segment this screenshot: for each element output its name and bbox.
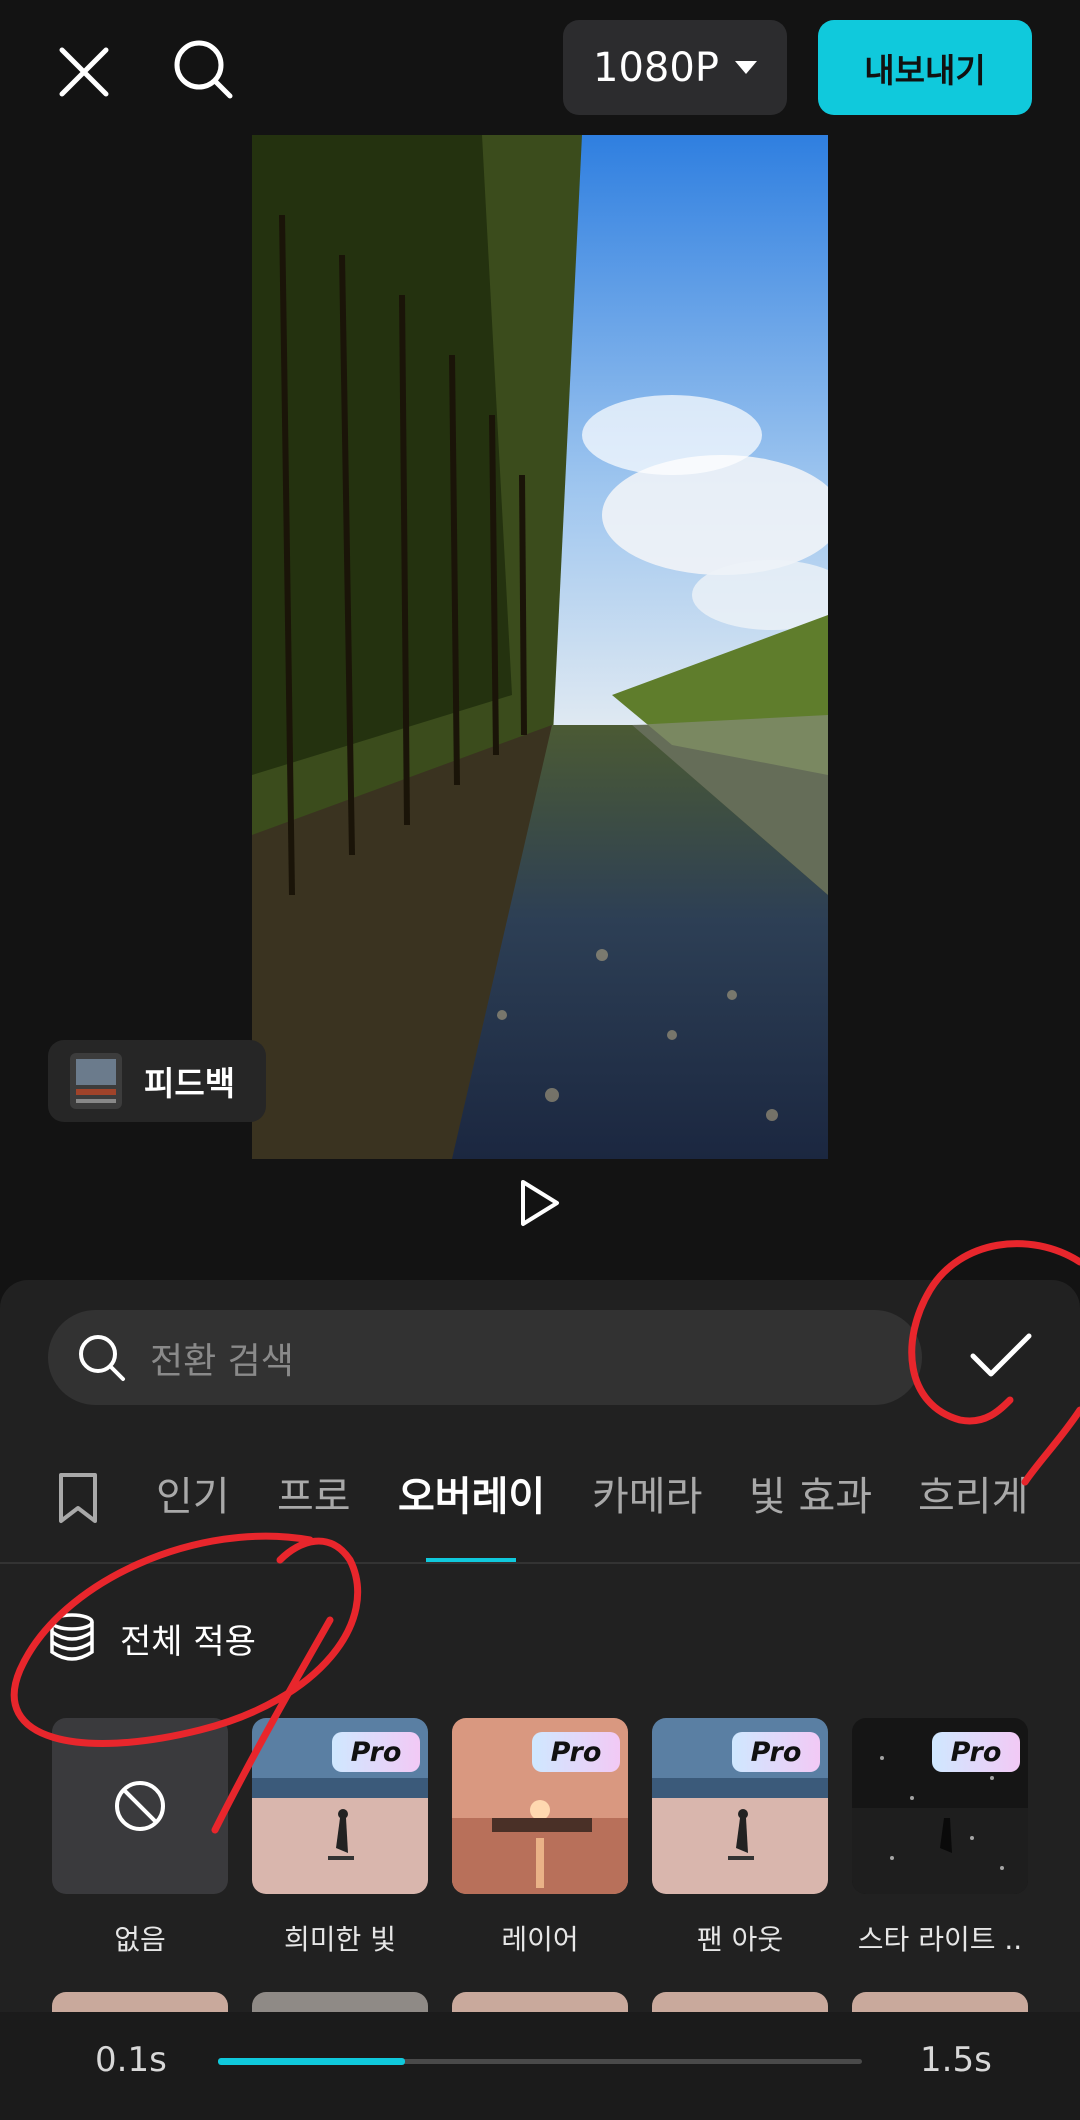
annotation-apply-circle (10, 1532, 362, 1747)
annotation-apply-tail (211, 1616, 334, 1834)
annotation-check-circle (908, 1240, 1080, 1425)
annotation-overlay (10, 1240, 1080, 1834)
annotation-check-tail (1021, 1406, 1080, 1486)
